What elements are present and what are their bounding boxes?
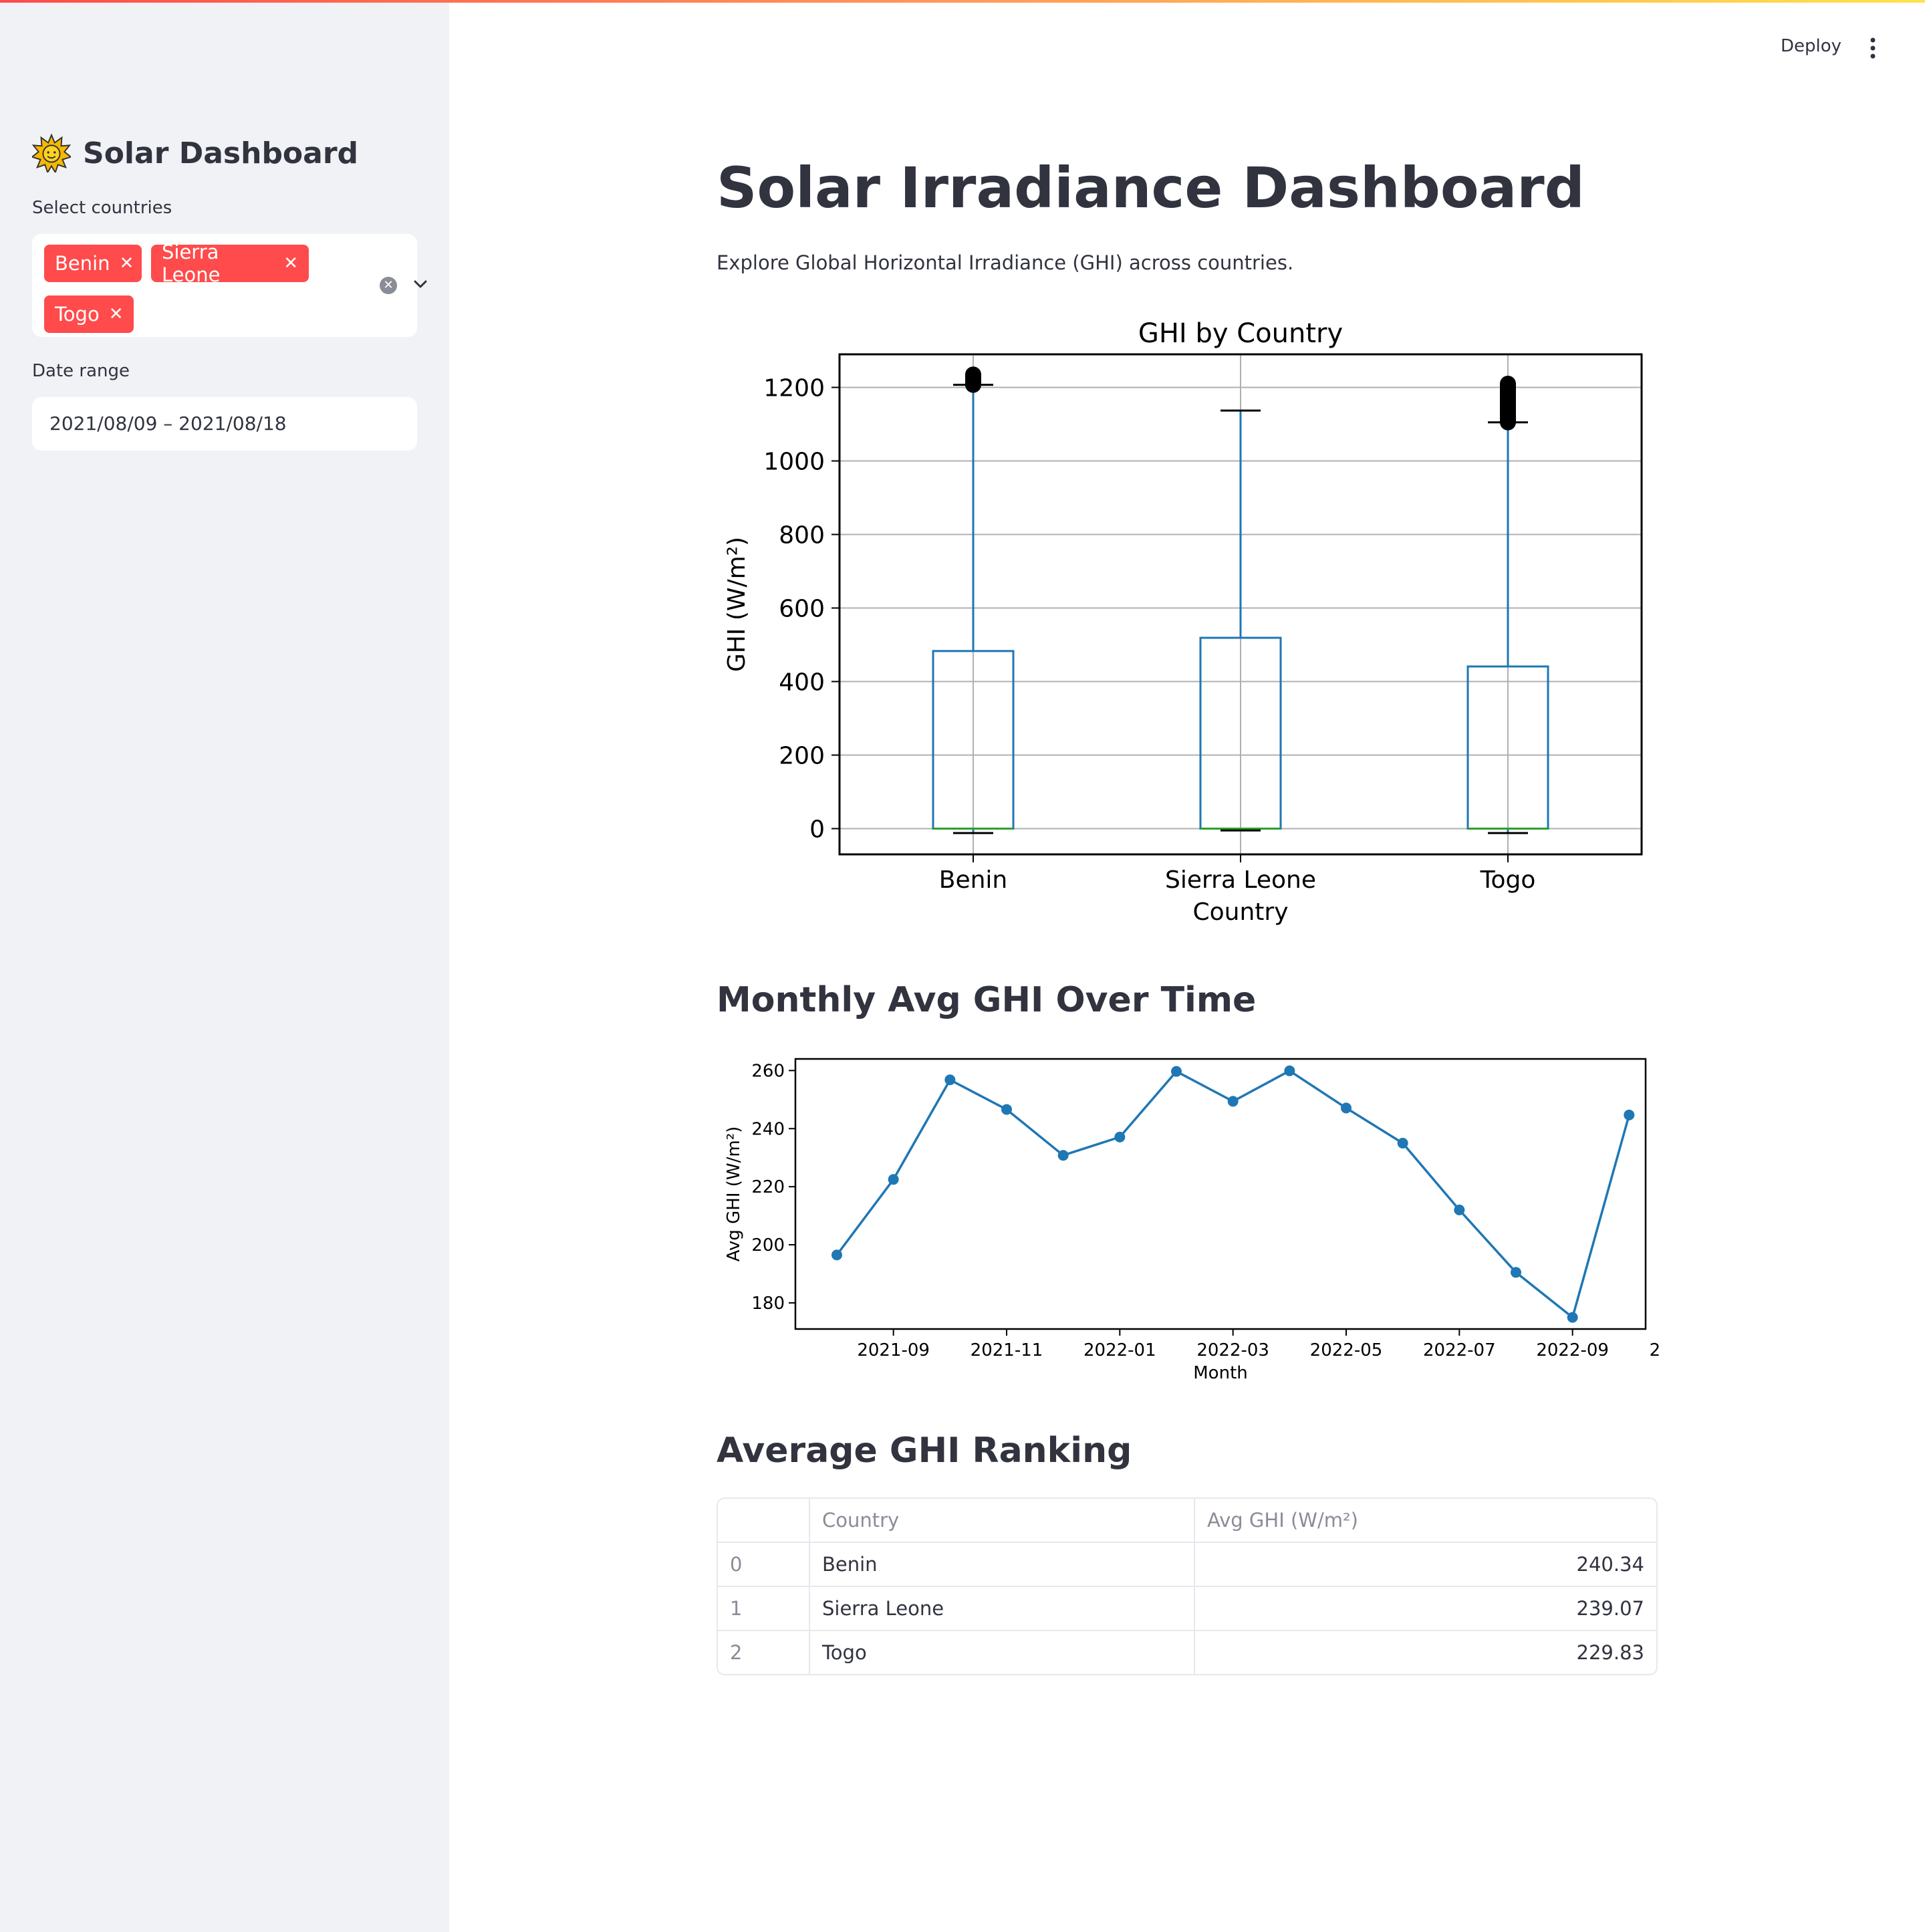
x-tick-label: 2022-03 [1196,1340,1269,1360]
country-tag-label: Togo [55,303,100,326]
country-header[interactable]: Country [810,1499,1195,1542]
y-axis-label: Avg GHI (W/m²) [724,1126,744,1262]
outlier-points [1500,376,1516,431]
x-axis-label: Month [1193,1363,1248,1383]
avg-ghi-cell[interactable]: 229.83 [1195,1631,1656,1674]
y-tick-label: 400 [779,669,825,697]
data-point [1114,1131,1126,1142]
country-tag-label: Sierra Leone [162,241,221,286]
remove-tag-icon[interactable]: ✕ [109,304,124,324]
x-tick-label: Togo [1480,866,1536,894]
page-description: Explore Global Horizontal Irradiance (GH… [717,251,1294,274]
sidebar: Solar Dashboard Select countries Benin ✕… [0,3,449,1932]
data-point [1624,1109,1635,1120]
date-range-label: Date range [32,361,130,381]
data-point [1001,1104,1012,1115]
x-tick-label: 2022-07 [1423,1340,1496,1360]
date-range-input[interactable]: 2021/08/09 – 2021/08/18 [32,397,417,451]
data-point [1511,1267,1521,1278]
series-line [836,1069,1631,1320]
country-cell[interactable]: Togo [810,1631,1195,1674]
data-point [1341,1102,1352,1114]
y-tick-label: 260 [751,1061,785,1081]
data-point [1227,1096,1239,1107]
clear-all-icon[interactable]: ✕ [380,277,397,294]
sidebar-title: Solar Dashboard [32,134,358,172]
chart-title: GHI by Country [1138,318,1343,349]
ranking-table[interactable]: Country Avg GHI (W/m²) 0 Benin 240.34 1 … [717,1497,1658,1675]
sun-icon [32,134,71,172]
index-header[interactable] [718,1499,810,1542]
x-tick-label: 2022-11 [1650,1340,1659,1360]
monthly-line-chart: 180 200 220 240 260 2021-09 2021-11 2022-01 2022… [724,1058,1659,1383]
x-axis-label: Country [1192,898,1288,926]
data-point [944,1074,956,1086]
y-tick-label: 1200 [763,375,825,402]
data-point [1397,1137,1408,1149]
y-tick-label: 800 [779,522,825,550]
table-row: 0 Benin 240.34 [718,1543,1656,1587]
table-header-row: Country Avg GHI (W/m²) [718,1499,1656,1543]
y-tick-label: 200 [751,1235,785,1255]
avg-ghi-cell[interactable]: 240.34 [1195,1543,1656,1586]
monthly-heading: Monthly Avg GHI Over Time [717,980,1257,1020]
countries-label: Select countries [32,198,172,218]
data-point [1454,1204,1465,1215]
ranking-heading: Average GHI Ranking [717,1431,1132,1471]
country-tag-togo[interactable]: Togo ✕ [44,295,134,333]
sidebar-title-text: Solar Dashboard [83,136,359,170]
y-tick-label: 0 [809,816,825,844]
y-axis-label: GHI (W/m²) [723,537,751,672]
y-tick-label: 180 [751,1294,785,1314]
avg-ghi-cell[interactable]: 239.07 [1195,1587,1656,1630]
country-tag-benin[interactable]: Benin ✕ [44,245,142,282]
data-point [1171,1066,1182,1077]
y-tick-label: 200 [779,743,825,770]
country-tag-label: Benin [55,252,110,275]
x-tick-label: 2022-09 [1536,1340,1609,1360]
y-tick-label: 600 [779,596,825,623]
x-tick-label: 2022-05 [1310,1340,1383,1360]
avg-ghi-header[interactable]: Avg GHI (W/m²) [1195,1499,1656,1542]
x-tick-label: 2021-09 [857,1340,930,1360]
x-tick-label: Benin [939,866,1007,894]
table-row: 1 Sierra Leone 239.07 [718,1587,1656,1631]
main-menu-icon[interactable] [1866,35,1880,62]
data-point [1567,1312,1578,1323]
y-tick-label: 220 [751,1177,785,1197]
x-tick-label: 2021-11 [971,1340,1043,1360]
chevron-down-icon[interactable] [410,274,430,294]
deploy-button[interactable]: Deploy [1781,36,1841,56]
data-point [1057,1150,1069,1161]
y-tick-label: 240 [751,1119,785,1139]
country-cell[interactable]: Sierra Leone [810,1587,1195,1630]
page-title: Solar Irradiance Dashboard [717,155,1585,221]
x-tick-label: 2022-01 [1083,1340,1156,1360]
row-index: 0 [718,1543,810,1586]
data-point [1284,1065,1295,1076]
row-index: 1 [718,1587,810,1630]
countries-multiselect[interactable]: Benin ✕ Sierra Leone ✕ Togo ✕ ✕ [32,234,427,337]
y-tick-label: 1000 [763,449,825,476]
x-tick-label: Sierra Leone [1165,866,1316,894]
outlier-points [965,366,981,393]
plot-frame [794,1058,1647,1330]
country-tag-sierra-leone[interactable]: Sierra Leone ✕ [151,241,309,286]
data-point [888,1174,899,1185]
data-point [831,1249,842,1261]
table-row: 2 Togo 229.83 [718,1631,1656,1674]
row-index: 2 [718,1631,810,1674]
remove-tag-icon[interactable]: ✕ [283,253,298,273]
country-cell[interactable]: Benin [810,1543,1195,1586]
remove-tag-icon[interactable]: ✕ [120,253,134,273]
ghi-box-plot: GHI by Country 0 200 400 600 800 1000 1200 Benin… [723,318,1643,926]
